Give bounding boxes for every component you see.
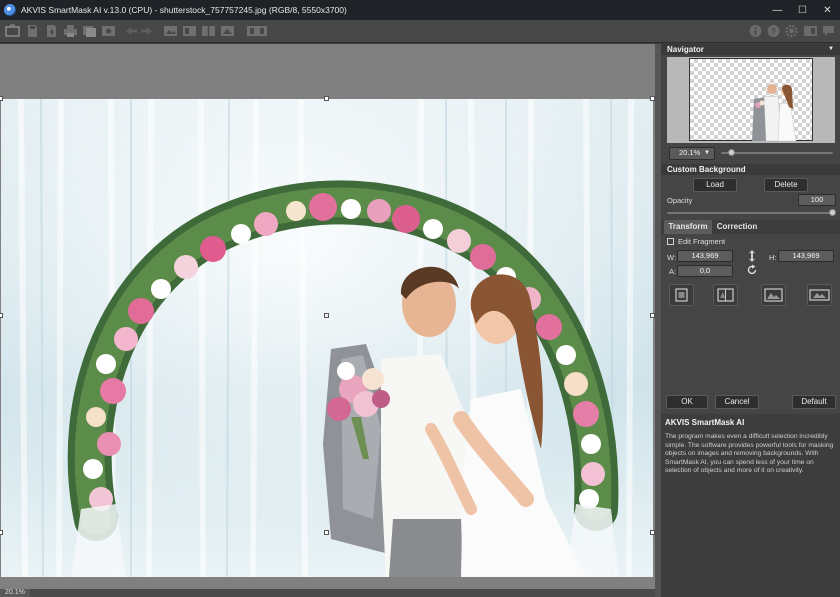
opacity-label: Opacity bbox=[667, 196, 693, 205]
export-icon[interactable] bbox=[44, 24, 59, 38]
custom-background-header: Custom Background bbox=[661, 164, 840, 175]
angle-input[interactable]: 0,0 bbox=[677, 265, 733, 277]
flip-icon[interactable] bbox=[713, 284, 738, 306]
resize-handle[interactable] bbox=[324, 96, 329, 101]
help-title: AKVIS SmartMask AI bbox=[665, 418, 745, 427]
close-button[interactable]: ✕ bbox=[815, 0, 840, 20]
opacity-slider-knob[interactable] bbox=[829, 209, 836, 216]
settings-icon[interactable] bbox=[784, 24, 799, 38]
undo-icon[interactable] bbox=[124, 24, 139, 38]
print-icon[interactable] bbox=[63, 24, 78, 38]
image-canvas[interactable] bbox=[0, 44, 655, 589]
zoom-slider-knob[interactable] bbox=[728, 149, 736, 156]
angle-label: A: bbox=[669, 267, 677, 276]
center-handle[interactable] bbox=[324, 313, 329, 318]
split-icon[interactable] bbox=[220, 24, 235, 38]
ok-button[interactable]: OK bbox=[666, 395, 708, 409]
opacity-slider[interactable] bbox=[667, 212, 833, 214]
after-icon[interactable] bbox=[182, 24, 197, 38]
fill-icon[interactable] bbox=[761, 284, 786, 306]
batch-icon[interactable] bbox=[82, 24, 97, 38]
navigator-title: Navigator bbox=[667, 45, 704, 54]
minimize-panel-icon[interactable] bbox=[803, 24, 818, 38]
resize-handle[interactable] bbox=[0, 530, 3, 535]
resize-handle[interactable] bbox=[0, 313, 3, 318]
edit-fragment-checkbox[interactable] bbox=[667, 238, 674, 245]
default-button[interactable]: Default bbox=[792, 395, 836, 409]
feedback-icon[interactable] bbox=[821, 24, 836, 38]
zoom-status: 20.1% bbox=[0, 589, 30, 597]
cancel-button[interactable]: Cancel bbox=[715, 395, 759, 409]
settings-panel: Navigator ▼ 20.1% ▼ Custom Background Lo… bbox=[661, 44, 840, 597]
rotate-icon[interactable] bbox=[746, 264, 758, 276]
edit-fragment-label: Edit Fragment bbox=[678, 237, 726, 246]
collapse-arrow-icon[interactable]: ▼ bbox=[828, 44, 834, 55]
height-input[interactable]: 143,969 bbox=[778, 250, 834, 262]
navigator-thumbnail bbox=[752, 84, 797, 142]
help-panel: AKVIS SmartMask AI The program makes eve… bbox=[661, 414, 840, 597]
width-label: W: bbox=[667, 253, 677, 262]
width-input[interactable]: 143,969 bbox=[677, 250, 733, 262]
compare-icon[interactable] bbox=[201, 24, 216, 38]
link-proportions-icon[interactable] bbox=[748, 249, 756, 263]
save-icon[interactable] bbox=[25, 24, 40, 38]
tab-transform[interactable]: Transform bbox=[664, 220, 712, 234]
svg-text:?: ? bbox=[771, 27, 776, 36]
help-text: The program makes even a difficult selec… bbox=[665, 433, 834, 475]
tab-correction[interactable]: Correction bbox=[714, 220, 760, 234]
window-title: AKVIS SmartMask AI v.13.0 (CPU) - shutte… bbox=[21, 5, 347, 15]
height-label: H: bbox=[769, 253, 777, 262]
stretch-icon[interactable] bbox=[807, 284, 832, 306]
title-bar: AKVIS SmartMask AI v.13.0 (CPU) - shutte… bbox=[0, 0, 840, 20]
resize-handle[interactable] bbox=[0, 96, 3, 101]
status-bar bbox=[0, 589, 655, 597]
photo-illustration bbox=[1, 99, 653, 577]
delete-button[interactable]: Delete bbox=[764, 178, 808, 192]
minimize-button[interactable]: — bbox=[765, 0, 790, 20]
redo-icon[interactable] bbox=[139, 24, 154, 38]
fit-icon[interactable] bbox=[669, 284, 694, 306]
navigator-preview[interactable] bbox=[689, 58, 813, 142]
chevron-down-icon: ▼ bbox=[704, 150, 710, 156]
maximize-button[interactable]: ☐ bbox=[790, 0, 815, 20]
open-icon[interactable] bbox=[5, 24, 20, 38]
toolbar: ? bbox=[0, 20, 840, 43]
app-window: AKVIS SmartMask AI v.13.0 (CPU) - shutte… bbox=[0, 0, 840, 597]
resize-handle[interactable] bbox=[324, 530, 329, 535]
wedding-photo bbox=[1, 99, 653, 577]
zoom-slider[interactable] bbox=[721, 152, 833, 154]
app-logo-icon bbox=[4, 4, 16, 16]
navigator-frame bbox=[667, 57, 835, 143]
background-icon[interactable] bbox=[246, 24, 268, 38]
load-button[interactable]: Load bbox=[693, 178, 737, 192]
opacity-input[interactable]: 100 bbox=[798, 194, 836, 206]
navigator-header[interactable]: Navigator ▼ bbox=[661, 44, 840, 55]
zoom-select[interactable]: 20.1% ▼ bbox=[669, 147, 715, 160]
window-controls: — ☐ ✕ bbox=[765, 0, 840, 20]
zoom-value: 20.1% bbox=[679, 148, 701, 157]
before-icon[interactable] bbox=[163, 24, 178, 38]
share-icon[interactable] bbox=[101, 24, 116, 38]
info-icon[interactable] bbox=[748, 24, 763, 38]
help-icon[interactable]: ? bbox=[766, 24, 781, 38]
